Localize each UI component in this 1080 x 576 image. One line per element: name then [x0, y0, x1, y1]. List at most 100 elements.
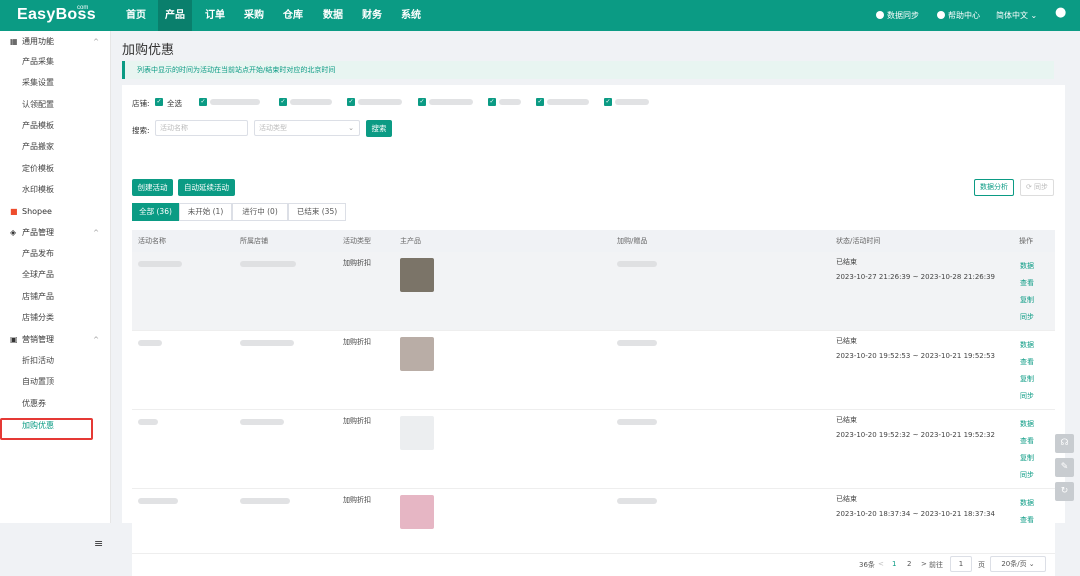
sidebar: ▦ 通用功能 ^ 产品采集 采集设置 认领配置 产品模板 产品搬家 定价模板 水印模…: [0, 31, 111, 550]
select-all-checkbox[interactable]: ✓: [155, 98, 163, 106]
next-page-button[interactable]: >: [921, 560, 927, 568]
prev-page-button[interactable]: <: [878, 560, 884, 568]
store-checkbox[interactable]: ✓: [604, 98, 612, 106]
sidebar-item-store-categories[interactable]: 店铺分类: [22, 310, 54, 326]
op-view-link[interactable]: 查看: [1020, 275, 1034, 292]
op-sync-link[interactable]: 同步: [1020, 388, 1034, 405]
store-name-blurred: [240, 340, 294, 346]
chevron-up-icon: ^: [93, 38, 99, 46]
activity-time: 2023-10-27 21:26:39 ~ 2023-10-28 21:26:3…: [836, 273, 996, 281]
sidebar-item-pricing-template[interactable]: 定价模板: [22, 161, 54, 177]
search-button[interactable]: 搜索: [366, 120, 392, 137]
store-checkbox[interactable]: ✓: [199, 98, 207, 106]
nav-finance[interactable]: 财务: [355, 0, 389, 31]
sidebar-item-product-template[interactable]: 产品模板: [22, 118, 54, 134]
sidebar-item-global-products[interactable]: 全球产品: [22, 267, 54, 283]
create-activity-button[interactable]: 创建活动: [132, 179, 173, 196]
page-2[interactable]: 2: [907, 560, 911, 568]
chevron-up-icon: ^: [93, 229, 99, 237]
op-view-link[interactable]: 查看: [1020, 354, 1034, 371]
sidebar-item-claim-config[interactable]: 认领配置: [22, 97, 54, 113]
nav-order[interactable]: 订单: [198, 0, 232, 31]
op-data-link[interactable]: 数据: [1020, 416, 1034, 433]
help-icon: [937, 11, 945, 19]
op-sync-link[interactable]: 同步: [1020, 309, 1034, 326]
activity-time: 2023-10-20 18:37:34 ~ 2023-10-21 18:37:3…: [836, 510, 996, 518]
customer-service-icon[interactable]: ☊: [1055, 434, 1074, 453]
help-center-link[interactable]: 帮助中心: [937, 10, 980, 22]
sidebar-item-product-publish[interactable]: 产品发布: [22, 246, 54, 262]
refresh-icon[interactable]: ↻: [1055, 482, 1074, 501]
op-data-link[interactable]: 数据: [1020, 337, 1034, 354]
op-view-link[interactable]: 查看: [1020, 512, 1034, 529]
op-view-link[interactable]: 查看: [1020, 433, 1034, 450]
chevron-down-icon: ⌄: [1028, 11, 1038, 20]
store-name-blurred: [240, 419, 284, 425]
menu-collapse-icon[interactable]: ≡: [94, 537, 103, 550]
addon-product-blurred: [617, 340, 657, 346]
op-data-link[interactable]: 数据: [1020, 258, 1034, 275]
status-text: 已结束: [836, 416, 857, 424]
auto-extend-button[interactable]: 自动延续活动: [178, 179, 235, 196]
store-checkbox[interactable]: ✓: [488, 98, 496, 106]
nav-home[interactable]: 首页: [118, 0, 154, 31]
activity-name-blurred: [138, 340, 162, 346]
page-1[interactable]: 1: [892, 560, 896, 568]
sidebar-item-auto-boost[interactable]: 自动置顶: [22, 374, 54, 390]
language-select[interactable]: 简体中文 ⌄: [996, 10, 1037, 22]
store-name-blurred: [210, 99, 260, 105]
sidebar-item-voucher[interactable]: 优惠券: [22, 396, 46, 412]
sidebar-group-shopee[interactable]: ■ Shopee: [0, 203, 111, 221]
product-thumbnail[interactable]: [400, 258, 434, 292]
sidebar-item-store-products[interactable]: 店铺产品: [22, 289, 54, 305]
notice-banner: 列表中显示的时间为活动在当前站点开始/结束时对应的北京时间: [122, 61, 1054, 79]
activity-name-blurred: [138, 261, 182, 267]
sync-icon: ⟳: [1025, 183, 1035, 191]
op-copy-link[interactable]: 复制: [1020, 371, 1034, 388]
product-thumbnail[interactable]: [400, 337, 434, 371]
col-activity-name: 活动名称: [138, 237, 166, 245]
product-thumbnail[interactable]: [400, 495, 434, 529]
store-checkbox[interactable]: ✓: [347, 98, 355, 106]
tab-not-started[interactable]: 未开始 (1): [179, 203, 232, 221]
op-sync-link[interactable]: 同步: [1020, 467, 1034, 484]
store-checkbox[interactable]: ✓: [418, 98, 426, 106]
tab-all[interactable]: 全部 (36): [132, 203, 179, 221]
sidebar-item-discount[interactable]: 折扣活动: [22, 353, 54, 369]
sidebar-group-product-mgmt[interactable]: ◈ 产品管理 ^: [0, 224, 111, 242]
op-copy-link[interactable]: 复制: [1020, 292, 1034, 309]
nav-warehouse[interactable]: 仓库: [276, 0, 310, 31]
user-icon[interactable]: ●: [1055, 6, 1066, 19]
store-checkbox[interactable]: ✓: [536, 98, 544, 106]
feedback-icon[interactable]: ✎: [1055, 458, 1074, 477]
sidebar-group-general[interactable]: ▦ 通用功能 ^: [0, 33, 111, 51]
product-thumbnail[interactable]: [400, 416, 434, 450]
sidebar-item-product-move[interactable]: 产品搬家: [22, 139, 54, 155]
op-data-link[interactable]: 数据: [1020, 495, 1034, 512]
sidebar-item-collect-settings[interactable]: 采集设置: [22, 75, 54, 91]
nav-system[interactable]: 系统: [394, 0, 428, 31]
addon-product-blurred: [617, 498, 657, 504]
store-name-blurred: [499, 99, 521, 105]
tab-ended[interactable]: 已结束 (35): [288, 203, 346, 221]
nav-purchase[interactable]: 采购: [237, 0, 271, 31]
store-checkbox[interactable]: ✓: [279, 98, 287, 106]
store-name-blurred: [240, 261, 296, 267]
nav-data[interactable]: 数据: [316, 0, 350, 31]
sidebar-group-marketing[interactable]: ▣ 营销管理 ^: [0, 331, 111, 349]
sidebar-item-product-collect[interactable]: 产品采集: [22, 54, 54, 70]
page-jump-input[interactable]: 1: [950, 556, 972, 572]
activity-type-select[interactable]: 活动类型 ⌄: [254, 120, 360, 136]
sidebar-item-watermark-template[interactable]: 水印模板: [22, 182, 54, 198]
main-content: 加购优惠 列表中显示的时间为活动在当前站点开始/结束时对应的北京时间 店铺: ✓…: [122, 31, 1068, 576]
data-sync-link[interactable]: 数据同步: [876, 10, 919, 22]
nav-product[interactable]: 产品: [158, 0, 192, 31]
sync-button[interactable]: ⟳ 同步: [1020, 179, 1054, 196]
addon-product-blurred: [617, 419, 657, 425]
tab-in-progress[interactable]: 进行中 (0): [232, 203, 288, 221]
page-size-select[interactable]: 20条/页 ⌄: [990, 556, 1046, 572]
op-copy-link[interactable]: 复制: [1020, 450, 1034, 467]
search-label: 搜索:: [132, 126, 150, 135]
data-analysis-button[interactable]: 数据分析: [974, 179, 1014, 196]
activity-name-input[interactable]: 活动名称: [155, 120, 248, 136]
